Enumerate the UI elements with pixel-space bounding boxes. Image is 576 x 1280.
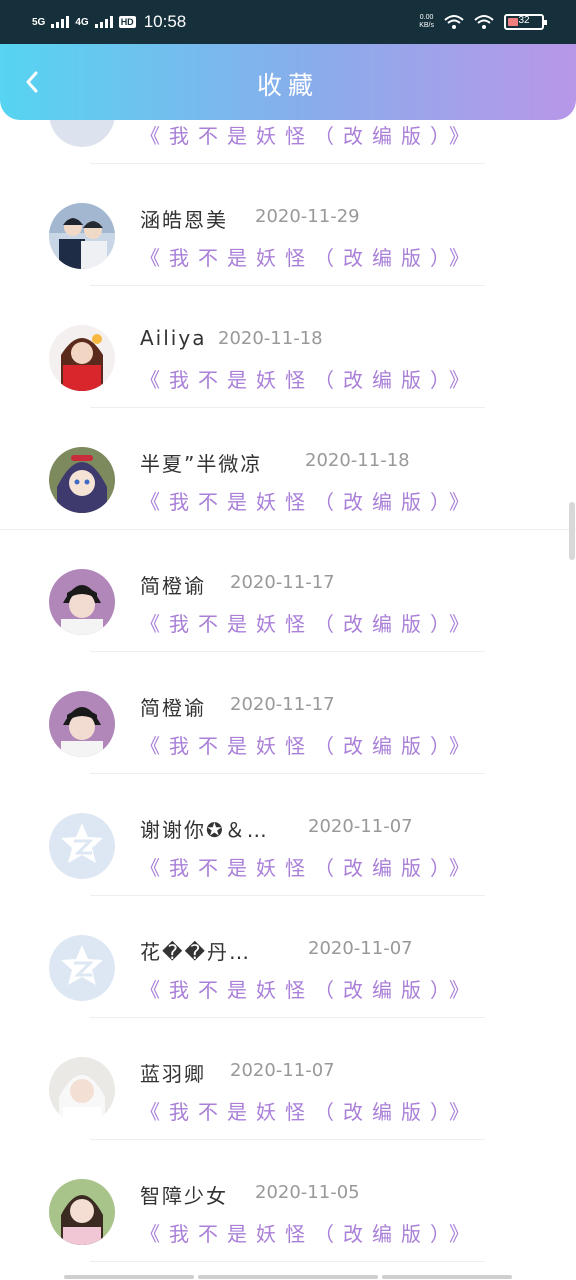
battery-level: 32 [518,15,530,26]
hd-voice-badge: HD [118,16,136,28]
avatar[interactable] [49,325,115,391]
avatar[interactable] [49,447,115,513]
list-item[interactable]: 花��丹… 2020-11-07 《我不是妖怪（改编版）》 [0,896,576,1018]
network-4g-label: 4G [75,16,89,28]
favorite-date: 2020-11-07 [308,816,413,837]
author-name[interactable]: 谢谢你✪＆… [140,814,269,843]
author-name[interactable]: Ailiya [140,326,206,350]
network-speed-unit: KB/s [419,22,434,29]
status-bar: 5G 4G HD 10:58 0.00 KB/s 32 [0,0,576,44]
list-item[interactable]: 智障少女 2020-11-05 《我不是妖怪（改编版）》 [0,1140,576,1262]
list-item[interactable]: 简橙谕 2020-11-17 《我不是妖怪（改编版）》 [0,530,576,652]
favorite-date: 2020-11-17 [230,572,335,593]
clock: 10:58 [143,12,187,31]
network-speed: 0.00 KB/s [419,14,434,30]
list-item[interactable]: 半夏”半微凉 2020-11-18 《我不是妖怪（改编版）》 [0,408,576,530]
book-title[interactable]: 《我不是妖怪（改编版）》 [140,974,478,1003]
author-name[interactable]: 智障少女 [140,1180,228,1209]
author-name[interactable]: 蓝羽卿 [140,1058,206,1087]
book-title[interactable]: 《我不是妖怪（改编版）》 [140,364,478,393]
wifi-icon [474,15,494,29]
avatar[interactable] [49,1179,115,1245]
page-title: 收藏 [256,71,319,100]
list-item[interactable]: 蓝羽卿 2020-11-07 《我不是妖怪（改编版）》 [0,1018,576,1140]
book-title[interactable]: 《我不是妖怪（改编版）》 [140,120,478,149]
book-title[interactable]: 《我不是妖怪（改编版）》 [140,486,478,515]
book-title[interactable]: 《我不是妖怪（改编版）》 [140,1096,478,1125]
list-item[interactable]: 谢谢你✪＆… 2020-11-07 《我不是妖怪（改编版）》 [0,774,576,896]
battery-icon: 32 [504,14,547,30]
author-name[interactable]: 半夏”半微凉 [140,448,262,477]
app-header: 收藏 [0,44,576,120]
avatar[interactable] [49,691,115,757]
avatar[interactable] [49,569,115,635]
avatar[interactable] [49,203,115,269]
book-title[interactable]: 《我不是妖怪（改编版）》 [140,1218,478,1247]
book-title[interactable]: 《我不是妖怪（改编版）》 [140,852,478,881]
divider [90,1261,485,1262]
book-title[interactable]: 《我不是妖怪（改编版）》 [140,730,478,759]
list-item[interactable]: 简橙谕 2020-11-17 《我不是妖怪（改编版）》 [0,652,576,774]
book-title[interactable]: 《我不是妖怪（改编版）》 [140,242,478,271]
qzone-default-avatar-icon[interactable] [49,813,115,879]
signal-4g-icon [94,16,113,28]
network-status: 5G 4G HD 10:58 [32,12,186,32]
system-nav-bar[interactable] [64,1275,512,1279]
wifi-hotspot-icon [444,15,464,29]
network-speed-value: 0.00 [419,14,434,21]
author-name[interactable]: 涵皓恩美 [140,204,228,233]
author-name[interactable]: 花��丹… [140,936,251,965]
avatar[interactable] [49,1057,115,1123]
favorite-date: 2020-11-18 [305,450,410,471]
favorite-date: 2020-11-07 [230,1060,335,1081]
list-item[interactable]: Ailiya 2020-11-18 《我不是妖怪（改编版）》 [0,286,576,408]
book-title[interactable]: 《我不是妖怪（改编版）》 [140,608,478,637]
favorite-date: 2020-11-05 [255,1182,360,1203]
scrollbar-thumb[interactable] [569,502,575,560]
favorite-date: 2020-11-07 [308,938,413,959]
signal-5g-icon [51,16,70,28]
network-5g-label: 5G [32,16,46,28]
qzone-default-avatar-icon[interactable] [49,935,115,1001]
author-name[interactable]: 简橙谕 [140,570,206,599]
favorite-date: 2020-11-17 [230,694,335,715]
favorite-date: 2020-11-29 [255,206,360,227]
list-item[interactable]: 涵皓恩美 2020-11-29 《我不是妖怪（改编版）》 [0,164,576,286]
favorites-list[interactable]: 《我不是妖怪（改编版）》 涵皓恩美 2020-11-29 《我不是妖怪（改编版）… [0,0,576,1280]
favorite-date: 2020-11-18 [218,328,323,349]
author-name[interactable]: 简橙谕 [140,692,206,721]
